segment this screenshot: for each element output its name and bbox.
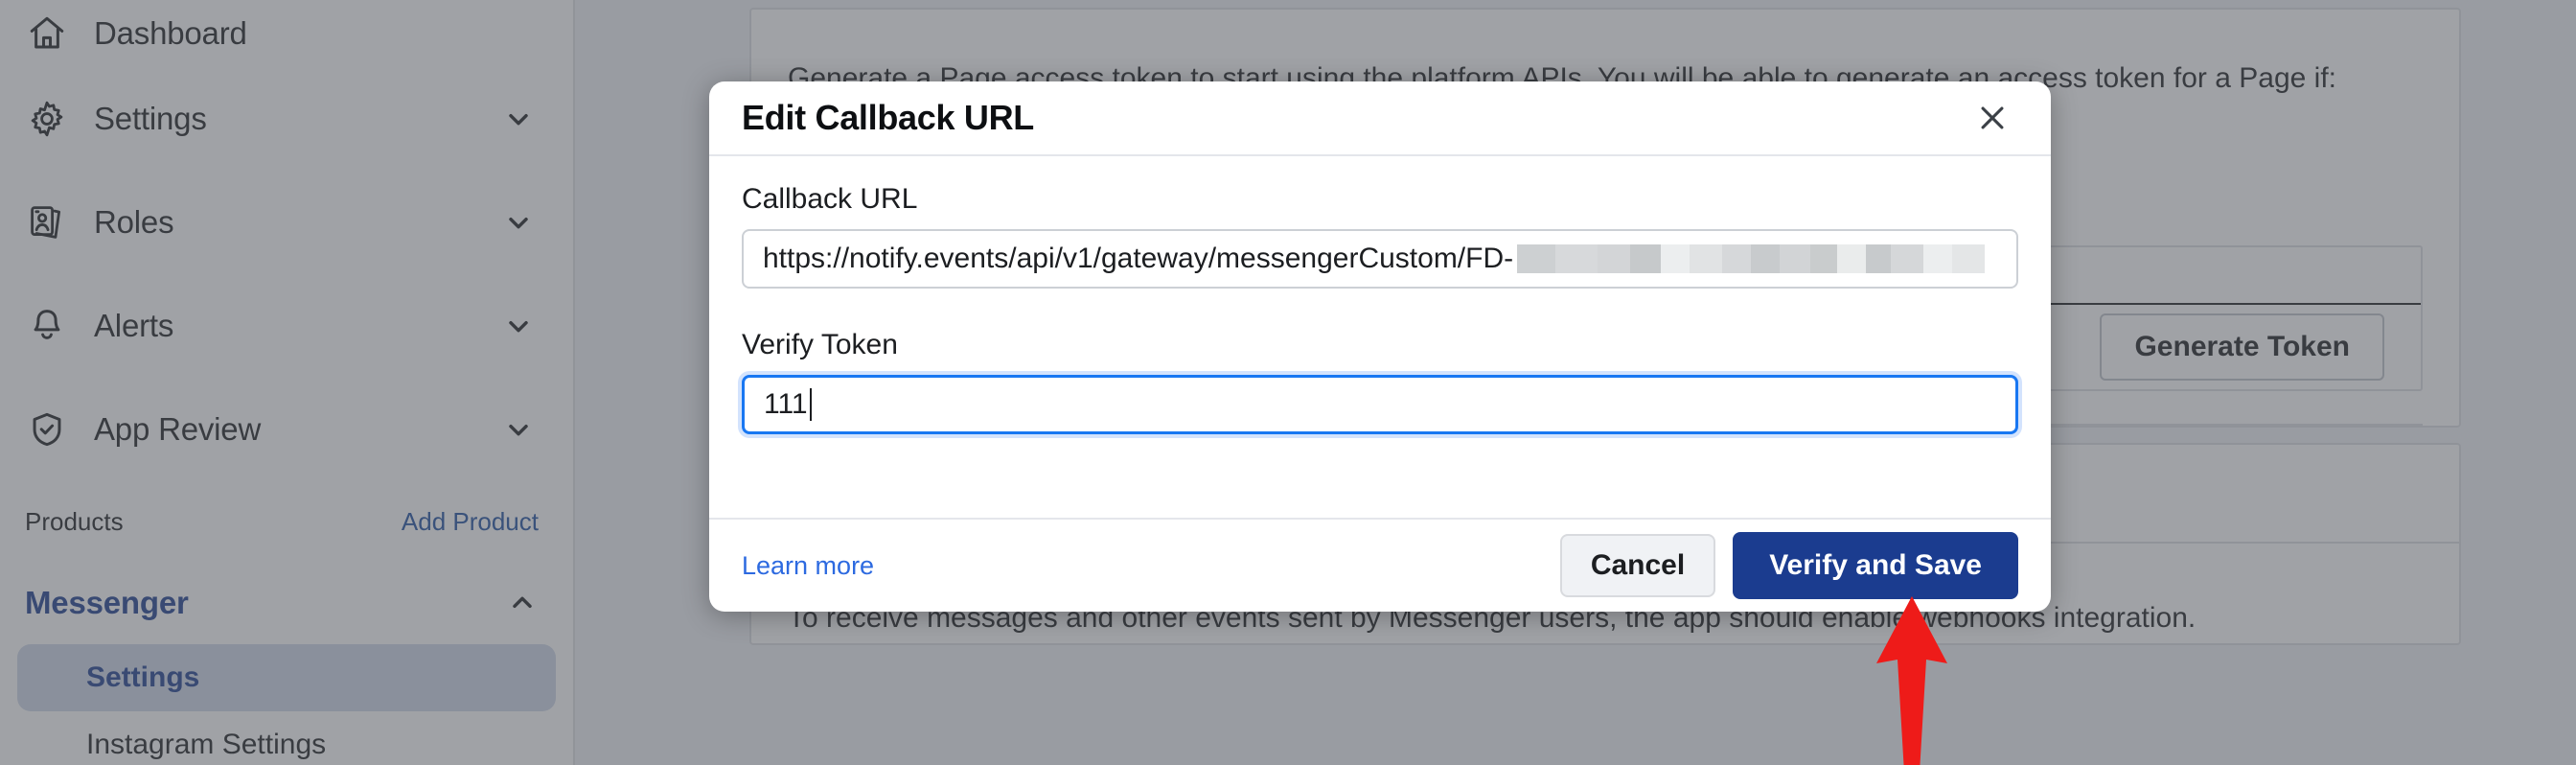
verify-and-save-button[interactable]: Verify and Save <box>1733 532 2018 599</box>
verify-token-input[interactable]: 111 <box>742 375 2018 434</box>
dialog-actions: Cancel Verify and Save <box>1559 532 2018 599</box>
verify-token-value: 111 <box>764 388 808 420</box>
text-caret <box>809 388 812 421</box>
callback-url-input[interactable]: https://notify.events/api/v1/gateway/mes… <box>742 229 2018 289</box>
learn-more-link[interactable]: Learn more <box>742 551 874 581</box>
cancel-button[interactable]: Cancel <box>1559 534 1716 597</box>
callback-url-value: https://notify.events/api/v1/gateway/mes… <box>763 243 1514 274</box>
screen: Dashboard Settings <box>0 0 2576 765</box>
verify-token-label: Verify Token <box>742 329 898 360</box>
redacted-token-blocks <box>1517 243 1986 274</box>
edit-callback-url-dialog: Edit Callback URL Callback URL https://n… <box>709 81 2051 612</box>
dialog-header: Edit Callback URL <box>709 81 2051 156</box>
dialog-footer: Learn more Cancel Verify and Save <box>709 520 2051 612</box>
close-icon[interactable] <box>1966 92 2018 144</box>
dialog-body: Callback URL https://notify.events/api/v… <box>709 156 2051 520</box>
dialog-title: Edit Callback URL <box>742 98 1034 137</box>
callback-url-label: Callback URL <box>742 183 918 215</box>
